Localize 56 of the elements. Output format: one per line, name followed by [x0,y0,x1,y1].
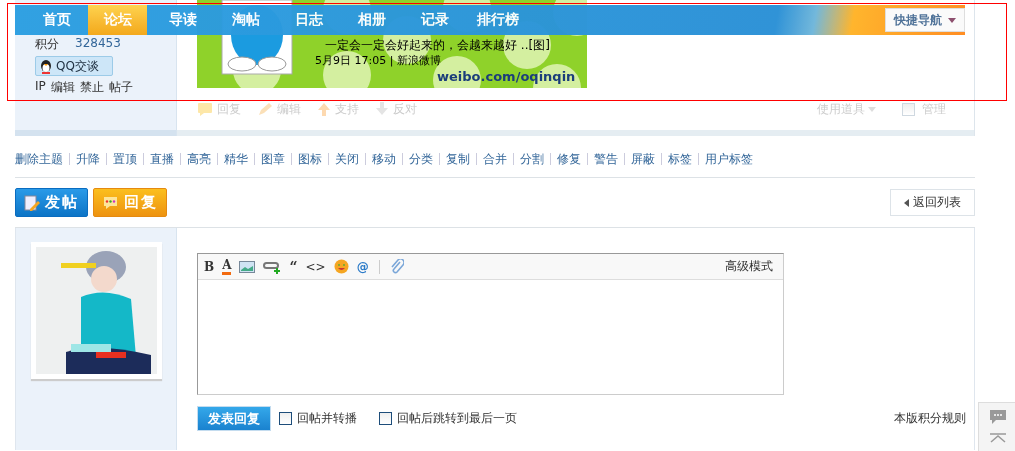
reply-editor[interactable]: B A “ <> @ 高级模式 [197,253,784,395]
speech-bubble-icon [197,102,213,116]
admin-link[interactable]: 禁止 [79,79,104,96]
option-label: 回帖后跳转到最后一页 [397,410,517,427]
new-post-button[interactable]: 发帖 [15,188,88,217]
caret-icon [868,106,876,112]
arrow-down-icon [375,102,389,116]
rules-link[interactable]: 本版积分规则 [894,410,966,427]
document-pencil-icon [24,194,40,211]
chat-icon[interactable] [989,409,1007,425]
moderation-link[interactable]: 关闭 [328,152,365,165]
moderation-link[interactable]: 用户标签 [698,152,759,165]
caret-left-icon [904,198,909,207]
moderation-link[interactable]: 图标 [291,152,328,165]
speech-bubble-icon [102,195,119,210]
arrow-up-icon [317,102,331,116]
credits-value: 328453 [75,36,121,52]
moderation-link[interactable]: 屏蔽 [624,152,661,165]
back-to-top-icon[interactable] [990,433,1006,443]
moderation-link[interactable]: 分割 [513,152,550,165]
moderation-link[interactable]: 直播 [143,152,180,165]
moderation-link[interactable]: 升降 [69,152,106,165]
moderation-link[interactable]: 复制 [439,152,476,165]
pencil-icon [257,102,273,116]
admin-link[interactable]: 帖子 [108,79,133,96]
mention-icon[interactable]: @ [356,260,369,273]
admin-link[interactable]: 编辑 [50,79,75,96]
admin-link[interactable]: IP [35,79,46,96]
moderation-link[interactable]: 标签 [661,152,698,165]
checkbox[interactable] [379,412,392,425]
moderation-link[interactable]: 移动 [365,152,402,165]
credits-label: 积分 [35,36,59,53]
link-icon[interactable] [263,259,282,274]
code-icon[interactable]: <> [305,260,326,273]
back-to-list-button[interactable]: 返回列表 [890,189,975,216]
caret-icon [948,17,956,23]
option-label: 回帖并转播 [297,410,357,427]
moderation-link[interactable]: 高亮 [180,152,217,165]
moderation-link[interactable]: 分类 [402,152,439,165]
moderation-link[interactable]: 合并 [476,152,513,165]
moderation-link[interactable]: 置顶 [106,152,143,165]
moderation-link[interactable]: 精华 [217,152,254,165]
image-icon[interactable] [239,260,256,273]
moderation-link[interactable]: 修复 [550,152,587,165]
quote-icon[interactable]: “ [289,259,298,274]
penguin-icon [39,58,53,74]
moderation-link[interactable]: 警告 [587,152,624,165]
moderation-link[interactable]: 删除主题 [15,152,69,165]
moderation-link[interactable]: 图章 [254,152,291,165]
advanced-mode-link[interactable]: 高级模式 [725,258,773,275]
quick-nav-button[interactable]: 快捷导航 [885,8,965,32]
bold-icon[interactable]: B [204,260,215,273]
paperclip-icon[interactable] [389,258,404,275]
checkbox[interactable] [279,412,292,425]
qq-chat-button[interactable]: QQ交谈 [35,56,113,76]
smiley-icon[interactable] [333,259,349,274]
